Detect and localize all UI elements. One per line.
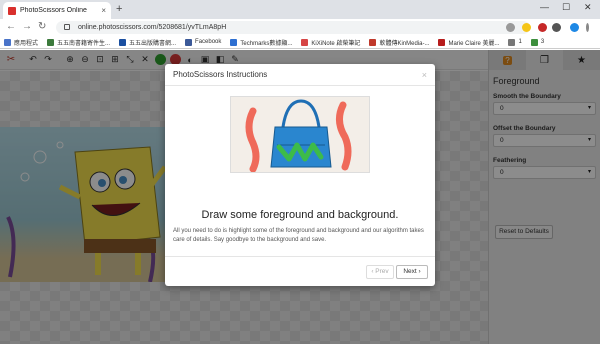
modal-title: PhotoScissors Instructions — [173, 70, 268, 79]
bookmark-item[interactable]: Techmarks數據顯... — [230, 38, 292, 47]
handbag-example-image — [231, 97, 369, 172]
bookmarks-bar: 應用程式 五五南書籍寄件生... 五五出版購書網... Facebook Tec… — [0, 36, 600, 49]
bookmark-favicon-icon — [438, 38, 446, 46]
prev-button[interactable]: ‹ Prev — [366, 265, 394, 279]
minimize-button[interactable]: — — [540, 2, 549, 12]
tab-close-icon[interactable]: × — [101, 6, 106, 15]
extension-icon[interactable] — [538, 23, 547, 32]
maximize-button[interactable]: ☐ — [562, 2, 570, 13]
bookmark-item[interactable]: Marie Claire 美麗... — [438, 38, 499, 47]
bookmark-label: KiXiNote 啟榮筆記 — [311, 40, 361, 47]
photoscissors-favicon-icon — [8, 6, 16, 15]
bookmark-label: Facebook — [195, 39, 222, 45]
tab-title: PhotoScissors Online — [20, 7, 87, 14]
bookmark-favicon-icon — [47, 38, 55, 46]
bookmark-label: 1 — [518, 39, 522, 45]
bookmark-label: 軟體傳KinMedia-... — [379, 40, 430, 47]
bookmark-label: Techmarks數據顯... — [240, 40, 293, 47]
bookmark-item[interactable]: Facebook — [185, 38, 222, 46]
address-url: online.photoscissors.com/5208681/yvTLmA8… — [78, 24, 227, 31]
bookmark-favicon-icon — [508, 38, 516, 46]
bookmark-favicon-icon — [369, 38, 377, 46]
address-bar[interactable]: online.photoscissors.com/5208681/yvTLmA8… — [56, 21, 530, 34]
browser-titlebar: PhotoScissors Online × + — ☐ ✕ — [0, 0, 600, 19]
back-button[interactable]: ← — [6, 21, 16, 32]
bookmark-label: 五五南書籍寄件生... — [57, 40, 111, 47]
bookmark-star-icon[interactable] — [522, 23, 531, 32]
modal-footer: ‹ Prev Next › — [165, 256, 435, 286]
bookmark-item[interactable]: 軟體傳KinMedia-... — [369, 38, 429, 47]
forward-button[interactable]: → — [22, 21, 32, 32]
bookmark-item[interactable]: 五五南書籍寄件生... — [47, 38, 110, 47]
modal-header: PhotoScissors Instructions × — [165, 64, 435, 86]
modal-body-text: All you need to do is highlight some of … — [173, 228, 424, 243]
apps-grid-icon — [4, 38, 11, 46]
translate-icon[interactable] — [506, 23, 515, 32]
modal-heading: Draw some foreground and background. — [201, 209, 399, 221]
instruction-example-image — [230, 96, 370, 173]
bookmark-label: 應用程式 — [14, 40, 39, 47]
bookmark-item[interactable]: KiXiNote 啟榮筆記 — [301, 38, 360, 47]
browser-tab[interactable]: PhotoScissors Online × — [3, 2, 111, 19]
new-tab-button[interactable]: + — [116, 3, 122, 15]
extension-icon[interactable] — [552, 23, 561, 32]
bookmark-favicon-icon — [230, 38, 238, 46]
facebook-icon — [185, 38, 193, 46]
bookmark-item[interactable]: 五五出版購書網... — [119, 38, 176, 47]
window-close-button[interactable]: ✕ — [584, 2, 592, 13]
bookmark-label: 五五出版購書網... — [129, 40, 177, 47]
browser-toolbar: ← → ↻ online.photoscissors.com/5208681/y… — [0, 19, 600, 36]
menu-icon[interactable] — [586, 23, 589, 32]
instructions-modal: PhotoScissors Instructions × Draw some f… — [165, 64, 435, 286]
lock-icon — [64, 24, 70, 30]
reload-button[interactable]: ↻ — [38, 21, 46, 32]
bookmark-item[interactable]: 應用程式 — [4, 38, 38, 47]
bookmark-item[interactable]: 3 — [530, 38, 545, 46]
bookmark-favicon-icon — [530, 38, 538, 46]
bookmark-label: 3 — [540, 39, 545, 45]
bookmark-favicon-icon — [119, 38, 127, 46]
bookmark-item[interactable]: 1 — [508, 38, 522, 46]
profile-avatar[interactable] — [570, 23, 579, 32]
close-icon[interactable]: × — [422, 70, 427, 80]
bookmark-label: Marie Claire 美麗... — [448, 40, 500, 47]
next-button[interactable]: Next › — [396, 265, 428, 279]
bookmark-favicon-icon — [301, 38, 309, 46]
